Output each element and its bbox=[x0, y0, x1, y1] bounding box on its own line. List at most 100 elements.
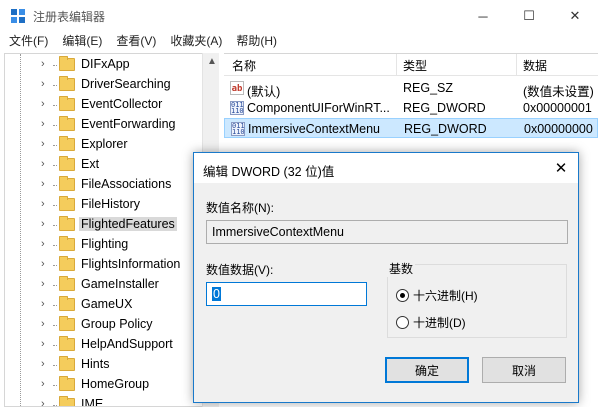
folder-icon bbox=[59, 276, 75, 291]
tree-item[interactable]: › Hints bbox=[5, 355, 205, 375]
tree-item[interactable]: › FlightedFeatures bbox=[5, 215, 205, 235]
folder-icon bbox=[59, 296, 75, 311]
string-value-icon: ab bbox=[230, 81, 244, 95]
tree-item[interactable]: › FileAssociations bbox=[5, 175, 205, 195]
expand-chevron-icon[interactable]: › bbox=[41, 338, 45, 350]
column-header-name[interactable]: 名称 bbox=[232, 57, 256, 74]
expand-chevron-icon[interactable]: › bbox=[41, 378, 45, 390]
expand-chevron-icon[interactable]: › bbox=[41, 58, 45, 70]
tree-item[interactable]: › HelpAndSupport bbox=[5, 335, 205, 355]
expand-chevron-icon[interactable]: › bbox=[41, 258, 45, 270]
tree-item-label: IME bbox=[81, 397, 104, 407]
tree-item-label: Group Policy bbox=[81, 317, 153, 331]
tree-item[interactable]: › EventCollector bbox=[5, 95, 205, 115]
title-bar: 注册表编辑器 ─ ☐ ✕ bbox=[0, 0, 598, 32]
tree-item[interactable]: › GameUX bbox=[5, 295, 205, 315]
tree-item-label: Hints bbox=[81, 357, 110, 371]
expand-chevron-icon[interactable]: › bbox=[41, 298, 45, 310]
registry-tree[interactable]: › DIFxApp › DriverSearching › EventCollector ›… bbox=[4, 53, 222, 407]
radio-hex-indicator[interactable] bbox=[396, 289, 409, 302]
column-header-type[interactable]: 类型 bbox=[403, 57, 427, 74]
folder-icon bbox=[59, 236, 75, 251]
tree-item[interactable]: › DriverSearching bbox=[5, 75, 205, 95]
tree-connector bbox=[53, 325, 57, 326]
column-divider[interactable] bbox=[516, 54, 517, 76]
tree-item[interactable]: › IME bbox=[5, 395, 205, 407]
menu-file[interactable]: 文件(F) bbox=[0, 31, 53, 51]
tree-connector bbox=[53, 205, 57, 206]
cancel-button[interactable]: 取消 bbox=[482, 357, 566, 383]
expand-chevron-icon[interactable]: › bbox=[41, 138, 45, 150]
value-data-field[interactable]: 0 bbox=[206, 282, 367, 306]
tree-connector bbox=[53, 225, 57, 226]
tree-item[interactable]: › FlightsInformation bbox=[5, 255, 205, 275]
tree-item[interactable]: › Explorer bbox=[5, 135, 205, 155]
ok-button[interactable]: 确定 bbox=[385, 357, 469, 383]
expand-chevron-icon[interactable]: › bbox=[41, 98, 45, 110]
dialog-close-button[interactable]: ✕ bbox=[544, 153, 578, 183]
tree-item-label: FileAssociations bbox=[81, 177, 172, 191]
value-data-cell: 0x00000000 bbox=[524, 122, 593, 136]
tree-item-label: GameUX bbox=[81, 297, 133, 311]
radio-hex-label: 十六进制(H) bbox=[413, 289, 478, 303]
radio-decimal[interactable]: 十进制(D) bbox=[396, 314, 466, 331]
scroll-up-icon[interactable]: ▲ bbox=[207, 56, 217, 67]
folder-icon bbox=[59, 216, 75, 231]
expand-chevron-icon[interactable]: › bbox=[41, 198, 45, 210]
binary-value-icon: 011 110 bbox=[231, 122, 245, 136]
column-divider[interactable] bbox=[396, 54, 397, 76]
list-row[interactable]: 011 110 ImmersiveContextMenu REG_DWORD 0x00… bbox=[224, 118, 598, 138]
folder-icon bbox=[59, 196, 75, 211]
value-type-cell: REG_DWORD bbox=[403, 101, 486, 115]
column-header-data[interactable]: 数据 bbox=[523, 57, 547, 74]
expand-chevron-icon[interactable]: › bbox=[41, 158, 45, 170]
expand-chevron-icon[interactable]: › bbox=[41, 278, 45, 290]
expand-chevron-icon[interactable]: › bbox=[41, 358, 45, 370]
folder-icon bbox=[59, 316, 75, 331]
menu-help[interactable]: 帮助(H) bbox=[227, 31, 282, 51]
value-name-cell: ImmersiveContextMenu bbox=[248, 122, 380, 136]
expand-chevron-icon[interactable]: › bbox=[41, 218, 45, 230]
maximize-button[interactable]: ☐ bbox=[506, 0, 552, 32]
radio-decimal-indicator[interactable] bbox=[396, 316, 409, 329]
folder-icon bbox=[59, 76, 75, 91]
tree-item-label: EventForwarding bbox=[81, 117, 176, 131]
tree-item[interactable]: › Flighting bbox=[5, 235, 205, 255]
tree-item-label: FileHistory bbox=[81, 197, 141, 211]
expand-chevron-icon[interactable]: › bbox=[41, 118, 45, 130]
tree-item[interactable]: › Ext bbox=[5, 155, 205, 175]
folder-icon bbox=[59, 396, 75, 406]
tree-item-label: Flighting bbox=[81, 237, 129, 251]
folder-icon bbox=[59, 116, 75, 131]
tree-item[interactable]: › HomeGroup bbox=[5, 375, 205, 395]
value-data-label: 数值数据(V): bbox=[206, 263, 274, 277]
tree-item[interactable]: › Group Policy bbox=[5, 315, 205, 335]
expand-chevron-icon[interactable]: › bbox=[41, 78, 45, 90]
menu-view[interactable]: 查看(V) bbox=[107, 31, 161, 51]
tree-item[interactable]: › DIFxApp bbox=[5, 55, 205, 75]
expand-chevron-icon[interactable]: › bbox=[41, 398, 45, 406]
list-row[interactable]: ab (默认) REG_SZ (数值未设置) bbox=[224, 78, 598, 99]
tree-item[interactable]: › GameInstaller bbox=[5, 275, 205, 295]
folder-icon bbox=[59, 256, 75, 271]
tree-item-label: DIFxApp bbox=[81, 57, 130, 71]
minimize-button[interactable]: ─ bbox=[460, 0, 506, 32]
expand-chevron-icon[interactable]: › bbox=[41, 318, 45, 330]
tree-connector bbox=[53, 305, 57, 306]
expand-chevron-icon[interactable]: › bbox=[41, 178, 45, 190]
radio-hex[interactable]: 十六进制(H) bbox=[396, 287, 478, 304]
list-row[interactable]: 011 110 ComponentUIForWinRT... REG_DWORD 0x… bbox=[224, 98, 598, 118]
tree-connector bbox=[53, 145, 57, 146]
expand-chevron-icon[interactable]: › bbox=[41, 238, 45, 250]
tree-item[interactable]: › EventForwarding bbox=[5, 115, 205, 135]
window-title: 注册表编辑器 bbox=[33, 10, 106, 24]
tree-item-label: FlightsInformation bbox=[81, 257, 181, 271]
tree-connector bbox=[53, 245, 57, 246]
tree-connector bbox=[53, 65, 57, 66]
close-button[interactable]: ✕ bbox=[552, 0, 598, 32]
dialog-title-bar: 编辑 DWORD (32 位)值 ✕ bbox=[194, 153, 578, 183]
selected-value-text: 0 bbox=[212, 287, 221, 301]
tree-item[interactable]: › FileHistory bbox=[5, 195, 205, 215]
menu-edit[interactable]: 编辑(E) bbox=[53, 31, 107, 51]
menu-favorites[interactable]: 收藏夹(A) bbox=[161, 31, 227, 51]
